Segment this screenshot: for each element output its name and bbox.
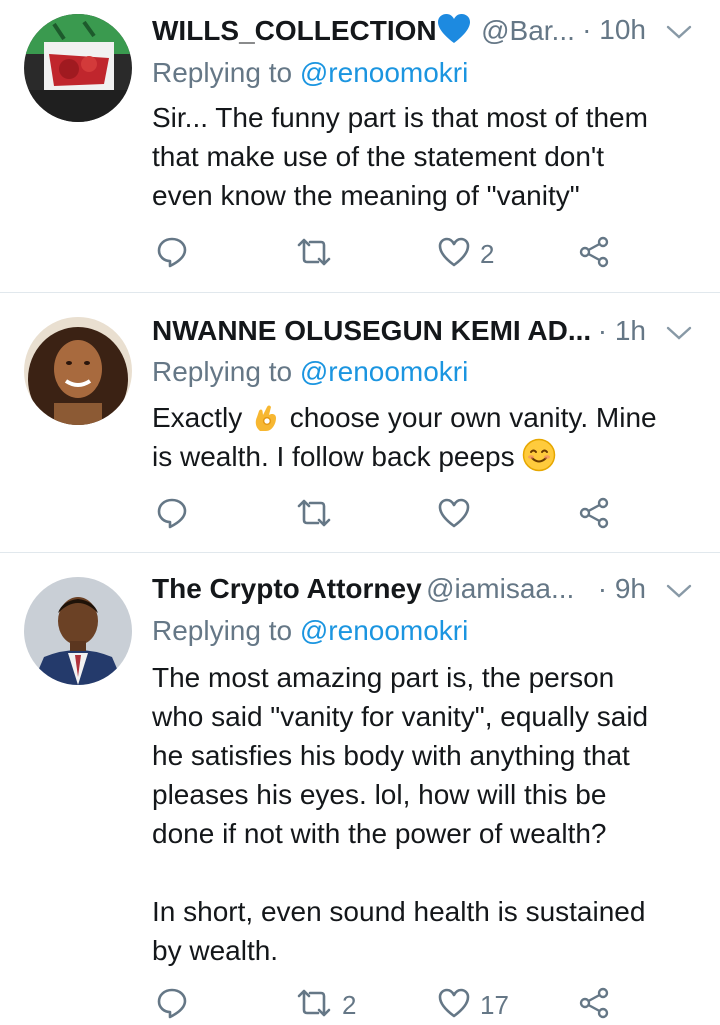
tweet-time[interactable]: · 1h — [598, 315, 646, 347]
author-handle[interactable]: @iamisaa... — [426, 573, 574, 604]
mention-link[interactable]: @renoomokri — [300, 356, 468, 387]
retweet-button[interactable]: 2 — [296, 985, 356, 1025]
share-icon — [578, 236, 610, 273]
author-name[interactable]: WILLS_COLLECTION — [152, 15, 437, 46]
author-name[interactable]: The Crypto Attorney — [152, 573, 422, 604]
retweet-button[interactable] — [296, 234, 342, 274]
chevron-down-icon[interactable] — [666, 24, 692, 45]
tweet-text: The most amazing part is, the person who… — [152, 658, 690, 970]
like-button[interactable]: 17 — [438, 985, 509, 1025]
tweet-text-part: choose your own vanity. Mine — [282, 402, 657, 433]
reply-button[interactable] — [156, 495, 198, 535]
blue-heart-icon — [437, 14, 471, 49]
tweet-1[interactable]: WILLS_COLLECTION @Bar... · 10h Replying … — [0, 0, 720, 292]
mention-link[interactable]: @renoomokri — [300, 615, 468, 646]
tweet-line: pleases his eyes. lol, how will this be — [152, 779, 607, 810]
heart-icon — [438, 237, 470, 272]
like-count: 2 — [480, 238, 495, 269]
replying-to: Replying to @renoomokri — [152, 57, 468, 89]
tweet-text-part: Exactly — [152, 402, 243, 433]
tweet-line — [152, 853, 690, 892]
tweet-line: Exactly choose your own vanity. Mine — [152, 398, 690, 437]
tweet-actions: 2 17 — [152, 985, 632, 1025]
tweet-line: that make use of the statement don't — [152, 141, 605, 172]
reply-icon — [156, 987, 188, 1024]
chevron-down-icon[interactable] — [666, 583, 692, 604]
tweet-line: done if not with the power of wealth? — [152, 818, 607, 849]
like-button[interactable]: 2 — [438, 234, 494, 274]
reply-icon — [156, 497, 188, 534]
tweet-line: In short, even sound health is sustained — [152, 896, 646, 927]
author-handle[interactable]: @Bar... — [481, 15, 575, 46]
share-button[interactable] — [578, 985, 610, 1025]
replying-to: Replying to @renoomokri — [152, 356, 468, 388]
share-button[interactable] — [578, 495, 610, 535]
mention-link[interactable]: @renoomokri — [300, 57, 468, 88]
replying-to: Replying to @renoomokri — [152, 615, 468, 647]
tweet-line: even know the meaning of "vanity" — [152, 180, 580, 211]
reply-button[interactable] — [156, 985, 198, 1025]
tweet-line: by wealth. — [152, 935, 279, 966]
tweet-actions: 2 — [152, 234, 632, 274]
tweet-text-part: is wealth. I follow back peeps — [152, 441, 515, 472]
tweet-line: is wealth. I follow back peeps — [152, 437, 690, 476]
like-button[interactable] — [438, 495, 480, 535]
tweet-text: Exactly choose your own vanity. Mine is … — [152, 398, 690, 476]
tweet-actions — [152, 495, 632, 535]
replying-prefix: Replying to — [152, 615, 300, 646]
tweet-line: who said "vanity for vanity", equally sa… — [152, 701, 649, 732]
reply-icon — [156, 236, 188, 273]
heart-icon — [438, 988, 470, 1023]
retweet-icon — [296, 988, 332, 1023]
share-button[interactable] — [578, 234, 610, 274]
avatar[interactable] — [24, 317, 132, 425]
retweet-count: 2 — [342, 989, 357, 1020]
avatar[interactable] — [24, 14, 132, 122]
share-icon — [578, 987, 610, 1024]
tweet-line: Sir... The funny part is that most of th… — [152, 102, 648, 133]
retweet-icon — [296, 237, 332, 272]
retweet-button[interactable] — [296, 495, 342, 535]
like-count: 17 — [480, 989, 509, 1020]
ok-hand-emoji-icon — [250, 401, 282, 433]
author-name[interactable]: NWANNE OLUSEGUN KEMI AD... — [152, 315, 591, 346]
heart-icon — [438, 498, 470, 533]
retweet-icon — [296, 498, 332, 533]
smiling-face-emoji-icon — [522, 438, 556, 472]
share-icon — [578, 497, 610, 534]
tweet-2[interactable]: NWANNE OLUSEGUN KEMI AD... · 1h Replying… — [0, 293, 720, 552]
chevron-down-icon[interactable] — [666, 325, 692, 346]
tweet-line: he satisfies his body with anything that — [152, 740, 630, 771]
reply-button[interactable] — [156, 234, 198, 274]
tweet-line: The most amazing part is, the person — [152, 662, 615, 693]
tweet-time[interactable]: · 9h — [598, 573, 646, 605]
tweet-3[interactable]: The Crypto Attorney @iamisaa... · 9h Rep… — [0, 553, 720, 1020]
replying-prefix: Replying to — [152, 356, 300, 387]
avatar[interactable] — [24, 577, 132, 685]
replying-prefix: Replying to — [152, 57, 300, 88]
tweet-time[interactable]: · 10h — [582, 14, 646, 46]
tweet-text: Sir... The funny part is that most of th… — [152, 98, 690, 215]
